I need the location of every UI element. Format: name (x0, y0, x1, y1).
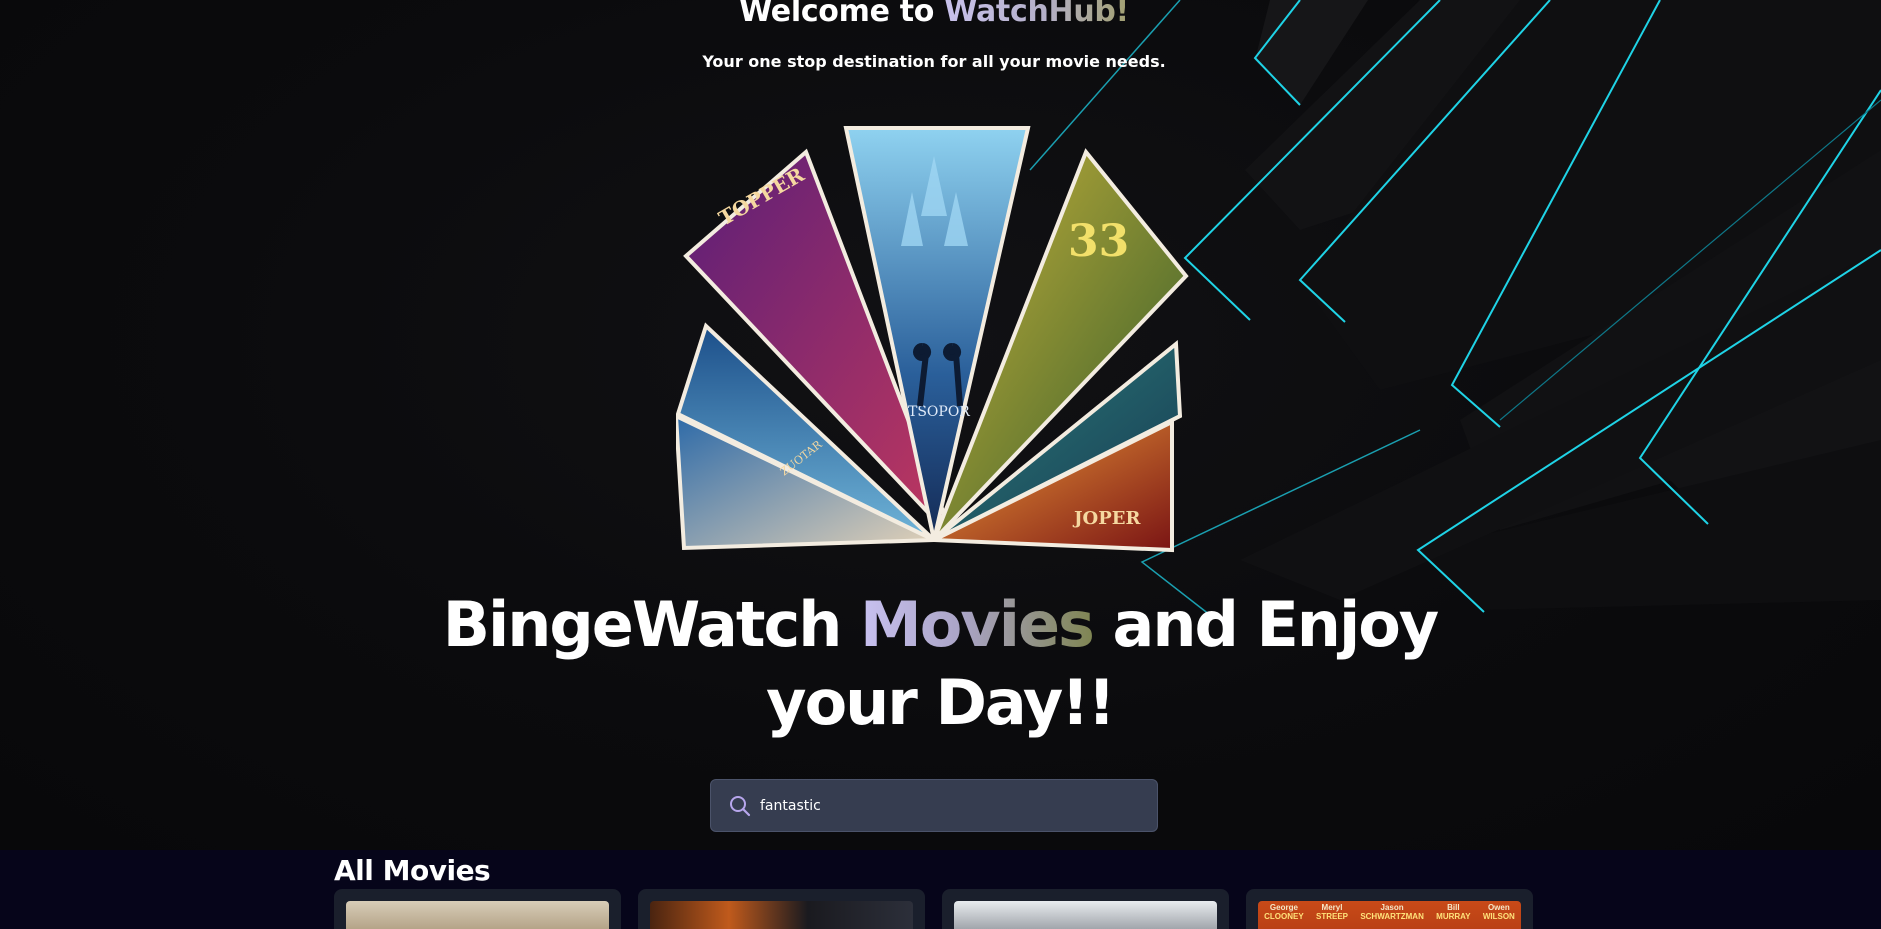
brand-name: WatchHub! (944, 0, 1129, 29)
movie-card[interactable] (942, 889, 1229, 929)
poster-label-3: TSOPOR (908, 404, 970, 420)
all-movies-section: All Movies George CLOONEY Meryl STREEP Jas… (0, 850, 1881, 929)
movie-poster-thumbnail[interactable] (650, 901, 913, 929)
section-title: All Movies (334, 854, 491, 887)
cast-member: Owen WILSON (1482, 903, 1515, 921)
tagline: Your one stop destination for all your m… (702, 52, 1166, 71)
movie-poster-thumbnail[interactable] (954, 901, 1217, 929)
hero-headline: BingeWatch Movies and Enjoy your Day!! (440, 586, 1440, 742)
movie-poster-thumbnail[interactable] (346, 901, 609, 929)
movie-card[interactable]: George CLOONEY Meryl STREEP Jason SCHWARTZM… (1246, 889, 1533, 929)
poster-label-4: 33 (1068, 216, 1129, 267)
headline-accent: Movies (860, 588, 1095, 661)
search-input[interactable] (760, 797, 1140, 814)
welcome-heading: Welcome to WatchHub! (0, 0, 1868, 29)
movie-poster-fan-image: TOPPER ZUOTAR TSOPOR 33 JOPER (676, 126, 1189, 553)
cast-member: Jason SCHWARTZMAN (1360, 903, 1424, 921)
hero-section: Welcome to WatchHub! Your one stop desti… (0, 0, 1881, 850)
search-icon (730, 795, 751, 816)
poster-label-5: JOPER (1072, 508, 1141, 529)
headline-part-1: BingeWatch (442, 588, 860, 661)
movie-card[interactable] (334, 889, 621, 929)
search-box[interactable] (710, 779, 1158, 832)
cast-member: Meryl STREEP (1316, 903, 1349, 921)
cast-member: Bill MURRAY (1436, 903, 1471, 921)
cast-member: George CLOONEY (1264, 903, 1304, 921)
movie-card[interactable] (638, 889, 925, 929)
welcome-prefix: Welcome to (739, 0, 945, 29)
poster-cast-list: George CLOONEY Meryl STREEP Jason SCHWARTZM… (1258, 903, 1521, 921)
